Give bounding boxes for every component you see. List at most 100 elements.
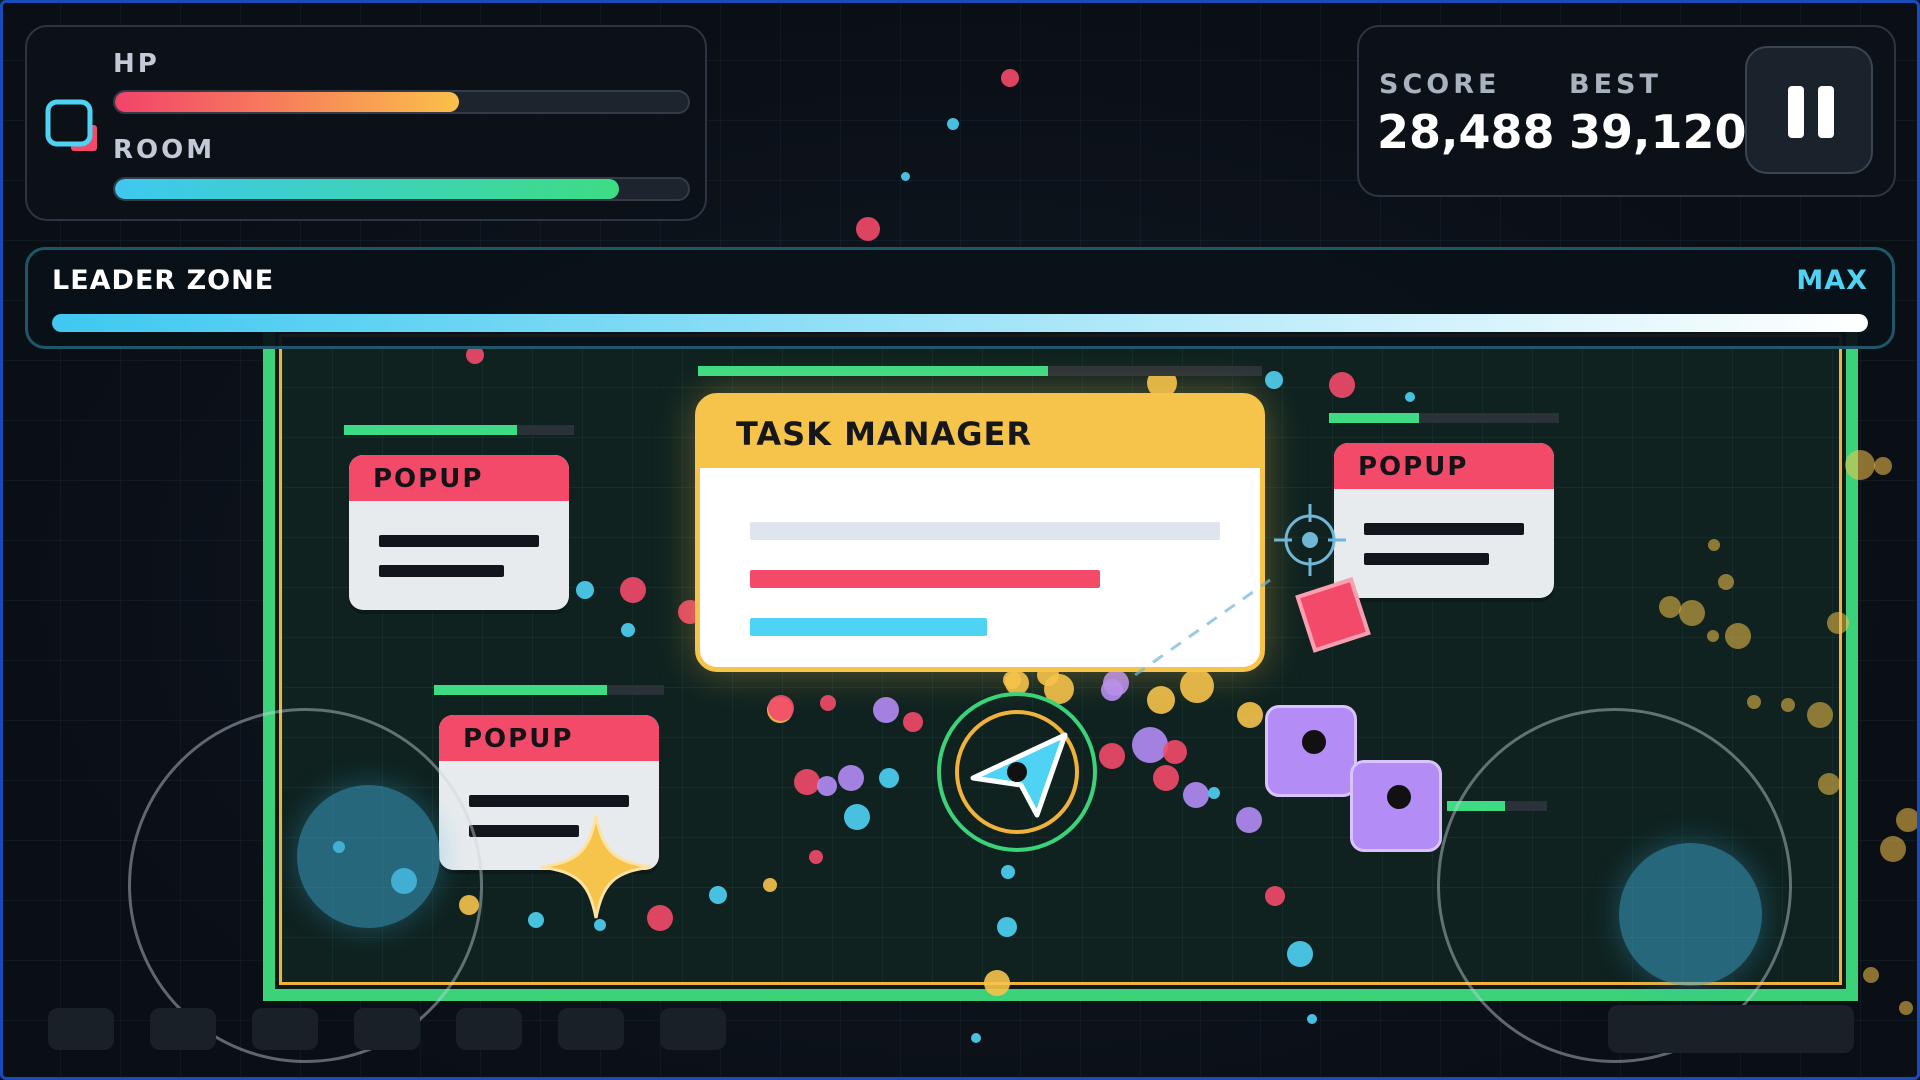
particle — [1132, 727, 1168, 763]
enemy-eye — [1302, 730, 1326, 754]
enemy-eye — [1387, 785, 1411, 809]
particle — [621, 623, 635, 637]
particle — [1679, 600, 1705, 626]
particle — [873, 697, 899, 723]
ability-slot[interactable] — [660, 1008, 726, 1050]
particle — [1265, 886, 1285, 906]
particle — [903, 712, 923, 732]
score-label: SCORE — [1379, 69, 1501, 100]
popup-body: POPUP — [1334, 443, 1554, 598]
particle — [997, 917, 1017, 937]
purple-box-enemy — [1265, 705, 1357, 797]
popup-text-line — [1364, 553, 1489, 565]
ability-slot[interactable] — [558, 1008, 624, 1050]
particle — [1183, 782, 1209, 808]
particle — [856, 217, 880, 241]
particle — [709, 886, 727, 904]
hp-label: HP — [113, 49, 160, 79]
popup-text-line — [469, 795, 629, 807]
particle — [817, 776, 837, 796]
particle — [1101, 679, 1123, 701]
pause-button[interactable] — [1745, 46, 1873, 174]
popup-text-line — [379, 565, 504, 577]
particle — [1329, 372, 1355, 398]
ability-slot[interactable] — [150, 1008, 216, 1050]
pause-icon — [1788, 86, 1804, 138]
player-ship — [937, 692, 1097, 852]
room-bar-fill — [115, 179, 620, 199]
pause-icon-bar — [1818, 86, 1834, 138]
task-line — [750, 618, 987, 636]
particle — [763, 878, 777, 892]
particle — [1707, 630, 1719, 642]
ability-slot[interactable] — [456, 1008, 522, 1050]
particle — [1708, 539, 1720, 551]
hp-bar-fill — [115, 92, 459, 112]
particle — [971, 1033, 981, 1043]
particle — [844, 804, 870, 830]
particle — [900, 171, 910, 181]
particle — [620, 577, 646, 603]
arrow-cursor-icon — [970, 732, 1068, 818]
task-manager-title: TASK MANAGER — [700, 398, 1260, 468]
popup-text-line — [379, 535, 539, 547]
particle — [947, 118, 959, 130]
ability-slot[interactable] — [48, 1008, 114, 1050]
status-panel: HP ROOM — [25, 25, 707, 221]
particle — [1003, 671, 1021, 689]
popup-title: POPUP — [439, 715, 659, 761]
hp-bar — [113, 90, 690, 114]
particle — [1827, 612, 1849, 634]
particle — [1265, 371, 1283, 389]
particle — [1818, 773, 1840, 795]
particle — [1845, 450, 1875, 480]
particle — [879, 768, 899, 788]
particle — [794, 769, 820, 795]
popup-title: POPUP — [1334, 443, 1554, 489]
particle — [1208, 787, 1220, 799]
popup-health-fill — [344, 425, 517, 435]
ability-slot[interactable] — [354, 1008, 420, 1050]
game-screen[interactable]: POPUP POPUP POPUP TASK MANAGER HP ROOM S… — [0, 0, 1920, 1080]
diamond-star-icon — [540, 815, 652, 919]
particle — [838, 765, 864, 791]
aim-line — [1134, 578, 1271, 677]
particle — [576, 581, 594, 599]
popup-title: POPUP — [349, 455, 569, 501]
particle — [1880, 836, 1906, 862]
particle — [1237, 702, 1263, 728]
best-label: BEST — [1569, 69, 1662, 100]
particle — [1001, 865, 1015, 879]
leader-zone-status: MAX — [1796, 265, 1868, 296]
action-slot[interactable] — [1608, 1005, 1854, 1053]
particle — [1147, 686, 1175, 714]
particle — [1896, 808, 1920, 832]
popup-health-bar — [434, 685, 664, 695]
particle — [1874, 457, 1892, 475]
ability-slot[interactable] — [252, 1008, 318, 1050]
aim-joystick-knob[interactable] — [1619, 843, 1762, 986]
particle — [1163, 740, 1187, 764]
move-joystick-knob[interactable] — [297, 785, 440, 928]
particle — [1659, 596, 1681, 618]
popup-health-fill — [434, 685, 607, 695]
crosshair-icon — [1274, 504, 1346, 576]
particle — [1405, 392, 1415, 402]
task-manager-health-fill — [698, 366, 1048, 376]
particle — [1725, 623, 1751, 649]
task-line — [750, 522, 1220, 540]
leader-zone-bar — [52, 314, 1868, 332]
task-manager-health-bar — [698, 366, 1262, 376]
particle — [1807, 702, 1833, 728]
popup-text-line — [1364, 523, 1524, 535]
purple-box-enemy — [1350, 760, 1442, 852]
particle — [1747, 695, 1761, 709]
leader-zone-label: LEADER ZONE — [52, 265, 275, 296]
particle — [984, 970, 1010, 996]
room-bar — [113, 177, 690, 201]
popup-body: POPUP — [349, 455, 569, 610]
leader-zone-bar-fill — [52, 314, 1868, 332]
window-stack-icon — [45, 99, 97, 151]
particle — [1781, 698, 1795, 712]
popup-health-bar — [344, 425, 574, 435]
